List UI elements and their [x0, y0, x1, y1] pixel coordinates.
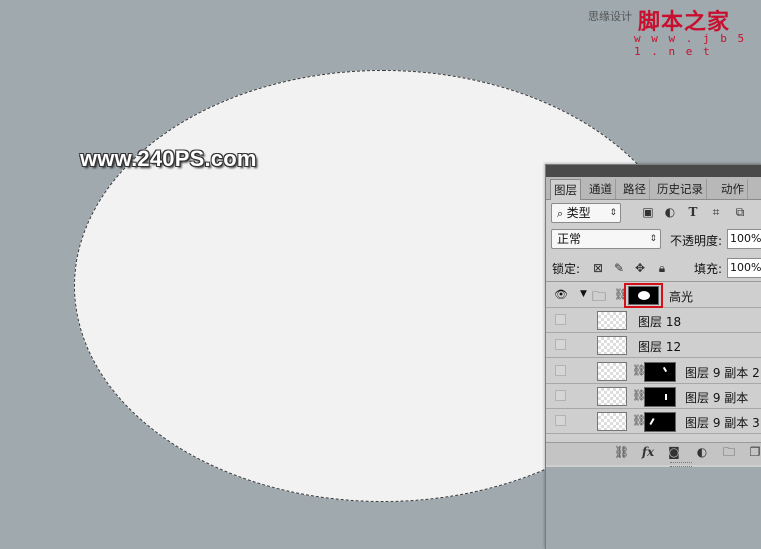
panel-tabs: 图层 通道 路径 历史记录 动作 [546, 177, 761, 200]
layer-thumbnail[interactable] [597, 336, 627, 355]
layer-mask-thumbnail[interactable] [644, 362, 676, 382]
layer-row[interactable]: 图层 18 [546, 308, 761, 333]
jb51-watermark: 思缘设计 脚本之家 w w w . j b 5 1 . n e t [588, 4, 760, 58]
layer-name[interactable]: 图层 12 [638, 338, 681, 355]
lock-label: 锁定: [552, 262, 581, 276]
layer-thumbnail[interactable] [597, 412, 627, 431]
visibility-toggle[interactable] [555, 314, 566, 325]
blend-row: 正常 ⇕ 不透明度: 100% [546, 227, 761, 255]
layers-panel: 图层 通道 路径 历史记录 动作 ⌕ 类型 ⇕ ▣ ◐ T ⌗ ⧉ 正常 ⇕ 不… [545, 164, 761, 549]
canvas-below-panel [546, 467, 761, 549]
opacity-input[interactable]: 100% [727, 229, 761, 249]
shape-filter-icon[interactable]: ⌗ [709, 205, 723, 219]
lock-row: 锁定: 填充: 100% [546, 255, 761, 282]
tab-layers[interactable]: 图层 [550, 179, 581, 200]
lock-brush-icon[interactable]: ✎ [612, 261, 626, 275]
tab-channels[interactable]: 通道 [586, 179, 616, 199]
eye-icon[interactable]: 👁︎ [554, 288, 568, 302]
updown-arrow-icon: ⇕ [609, 208, 617, 218]
layer-name[interactable]: 图层 9 副本 [685, 389, 748, 406]
link-icon[interactable]: ⛓︎ [614, 445, 629, 459]
visibility-toggle[interactable] [555, 390, 566, 401]
tab-actions[interactable]: 动作 [718, 179, 748, 199]
add-mask-icon[interactable]: ◙ [667, 445, 681, 459]
layer-name[interactable]: 图层 9 副本 3 [685, 414, 760, 431]
layer-name[interactable]: 高光 [669, 288, 693, 305]
layer-row[interactable]: ⛓︎ 图层 9 副本 [546, 384, 761, 409]
updown-arrow-icon: ⇕ [649, 234, 657, 244]
site-watermark: www.240PS.com [80, 146, 257, 171]
lock-all-icon[interactable]: 🔒︎ [655, 261, 669, 275]
visibility-toggle[interactable] [555, 415, 566, 426]
filter-kind-value: 类型 [566, 206, 591, 220]
mask-mark [662, 366, 668, 373]
pixel-filter-icon[interactable]: ▣ [641, 205, 655, 219]
tab-history[interactable]: 历史记录 [654, 179, 707, 199]
adjustment-filter-icon[interactable]: ◐ [663, 205, 677, 219]
mask-mark [665, 394, 667, 400]
layer-thumbnail[interactable] [597, 387, 627, 406]
opacity-label: 不透明度: [670, 234, 723, 248]
search-icon: ⌕ [557, 207, 567, 220]
mask-mark [649, 417, 655, 426]
fill-input[interactable]: 100% [727, 258, 761, 278]
layer-row[interactable]: ⛓︎ 图层 9 副本 2 [546, 359, 761, 384]
visibility-toggle[interactable] [555, 365, 566, 376]
layer-thumbnail[interactable] [597, 362, 627, 381]
smart-object-filter-icon[interactable]: ⧉ [733, 205, 747, 219]
layer-row-group[interactable]: 👁︎ ▼ 🗀︎ ⛓︎ 高光 [546, 283, 761, 308]
tab-paths[interactable]: 路径 [620, 179, 650, 199]
new-layer-icon[interactable]: ❐ [748, 445, 761, 459]
layer-row[interactable]: 图层 12 [546, 333, 761, 358]
layer-row[interactable]: ⛓︎ 图层 9 副本 3 [546, 409, 761, 434]
adjustment-icon[interactable]: ◐ [695, 445, 709, 459]
group-mask-thumbnail[interactable] [628, 286, 659, 305]
expand-triangle-icon[interactable]: ▼ [580, 289, 587, 299]
lock-move-icon[interactable]: ✥ [633, 261, 647, 275]
fx-icon[interactable]: fx [641, 445, 655, 459]
layer-name[interactable]: 图层 9 副本 2 [685, 364, 760, 381]
new-group-icon[interactable]: 🗀︎ [722, 445, 736, 459]
layer-mask-thumbnail[interactable] [644, 412, 676, 432]
filter-kind-select[interactable]: ⌕ 类型 ⇕ [551, 203, 621, 223]
layer-mask-thumbnail[interactable] [644, 387, 676, 407]
jb51-prefix: 思缘设计 [588, 10, 632, 23]
blend-mode-value: 正常 [557, 232, 582, 246]
panel-titlebar[interactable] [546, 165, 761, 177]
mask-ellipse [638, 291, 650, 300]
folder-icon: 🗀︎ [592, 289, 606, 305]
fill-label: 填充: [694, 262, 723, 276]
layer-thumbnail[interactable] [597, 311, 627, 330]
visibility-toggle[interactable] [555, 339, 566, 350]
lock-transparent-icon[interactable]: ⊠ [591, 261, 605, 275]
blend-mode-select[interactable]: 正常 ⇕ [551, 229, 661, 249]
jb51-url: w w w . j b 5 1 . n e t [634, 32, 747, 58]
type-filter-icon[interactable]: T [686, 205, 700, 219]
layer-name[interactable]: 图层 18 [638, 313, 681, 330]
